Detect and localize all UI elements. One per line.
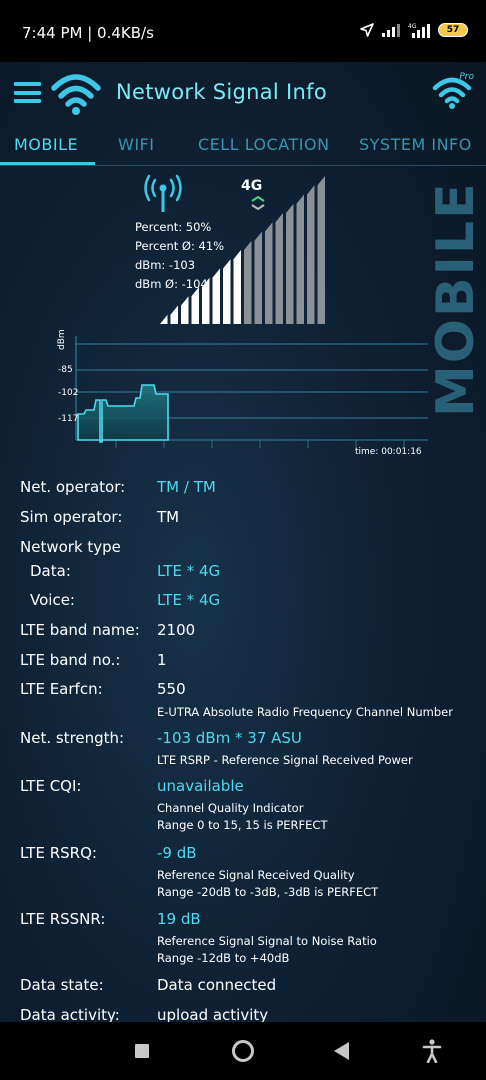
note-rsrp: LTE RSRP - Reference Signal Received Pow…: [157, 753, 413, 767]
value-sim-operator: TM: [157, 508, 180, 526]
tab-divider: [0, 165, 486, 166]
pro-badge: Pro: [459, 72, 474, 82]
signal-bar: [181, 296, 189, 324]
location-arrow-icon: [360, 23, 374, 37]
tab-bar: MOBILE WIFI CELL LOCATION SYSTEM INFO: [0, 128, 486, 166]
label-lte-rssnr: LTE RSSNR:: [20, 910, 106, 928]
signal-bar: [286, 203, 294, 324]
wifi-logo-icon: [51, 74, 101, 115]
signal-bar: [275, 213, 283, 324]
value-data: LTE * 4G: [157, 562, 221, 580]
note-earfcn: E-UTRA Absolute Radio Frequency Channel …: [157, 705, 453, 719]
value-lte-rsrq: -9 dB: [157, 844, 197, 862]
tab-cell-location[interactable]: CELL LOCATION: [198, 135, 330, 154]
status-bar: 7:44 PM | 0.4KB/s 4G 57: [0, 0, 486, 62]
graph-y-tick: -85: [58, 365, 73, 375]
signal-panel: MOBILE 4G Percent: 50% Percent Ø: 41% dB…: [0, 168, 486, 468]
note-rsrq-desc: Reference Signal Received Quality: [157, 868, 355, 882]
app-header: Network Signal Info Pro: [0, 62, 486, 122]
signal-strength-icon: [382, 24, 400, 37]
signal-bar: [223, 259, 231, 324]
signal-bar: [317, 176, 325, 324]
label-net-operator: Net. operator:: [20, 478, 126, 496]
dbm-text: dBm: -103: [135, 258, 196, 272]
note-cqi-desc: Channel Quality Indicator: [157, 801, 304, 815]
system-nav-bar: [0, 1022, 486, 1080]
accessibility-icon[interactable]: [422, 1039, 442, 1063]
recents-button[interactable]: [135, 1044, 149, 1058]
tab-wifi[interactable]: WIFI: [118, 135, 154, 154]
label-data: Data:: [30, 562, 71, 580]
tab-system-info[interactable]: SYSTEM INFO: [359, 135, 472, 154]
label-voice: Voice:: [30, 591, 75, 609]
signal-bar: [265, 222, 273, 324]
label-data-state: Data state:: [20, 976, 104, 994]
value-lte-rssnr: 19 dB: [157, 910, 201, 928]
value-lte-earfcn: 550: [157, 680, 186, 698]
value-lte-band-no: 1: [157, 651, 167, 669]
note-rssnr-desc: Reference Signal Signal to Noise Ratio: [157, 934, 377, 948]
note-rsrq-range: Range -20dB to -3dB, -3dB is PERFECT: [157, 885, 379, 899]
signal-stats: Percent: 50% Percent Ø: 41% dBm: -103 dB…: [135, 218, 224, 294]
signal-bar: [233, 250, 241, 324]
label-sim-operator: Sim operator:: [20, 508, 123, 526]
graph-y-unit: dBm: [57, 329, 67, 350]
label-lte-earfcn: LTE Earfcn:: [20, 680, 103, 698]
value-lte-cqi: unavailable: [157, 777, 244, 795]
value-data-state: Data connected: [157, 976, 277, 994]
network-type-badge: 4G: [408, 23, 417, 30]
menu-icon[interactable]: [14, 82, 41, 103]
label-network-type: Network type: [20, 538, 121, 556]
value-net-strength: -103 dBm * 37 ASU: [157, 729, 302, 747]
graph-time-label: time: 00:01:16: [355, 447, 422, 457]
side-label-mobile: MOBILE: [426, 181, 486, 417]
status-time: 7:44 PM | 0.4KB/s: [22, 24, 154, 42]
back-button[interactable]: [334, 1042, 349, 1060]
label-net-strength: Net. strength:: [20, 729, 125, 747]
signal-bar: [307, 185, 315, 324]
signal-graph: dBm -85 -102 -117 time: 00:01:16: [57, 329, 428, 457]
signal-bar: [254, 231, 262, 324]
battery-icon: 57: [438, 23, 468, 37]
value-voice: LTE * 4G: [157, 591, 221, 609]
note-rssnr-range: Range -12dB to +40dB: [157, 951, 290, 965]
signal-bar: [160, 314, 168, 324]
signal-bar: [170, 305, 178, 324]
graph-y-tick: -117: [58, 414, 78, 424]
graph-y-tick: -102: [58, 388, 78, 398]
signal-bar: [296, 194, 304, 324]
label-lte-band-no: LTE band no.:: [20, 651, 121, 669]
percent-avg-text: Percent Ø: 41%: [135, 239, 225, 253]
label-lte-band-name: LTE band name:: [20, 621, 140, 639]
signal-4g-icon: 4G: [408, 23, 430, 38]
value-lte-band-name: 2100: [157, 621, 196, 639]
status-icons: 4G 57: [360, 22, 468, 38]
label-lte-rsrq: LTE RSRQ:: [20, 844, 97, 862]
percent-text: Percent: 50%: [135, 220, 212, 234]
tab-mobile[interactable]: MOBILE: [14, 135, 78, 154]
signal-bar: [244, 240, 252, 324]
label-lte-cqi: LTE CQI:: [20, 777, 82, 795]
app-title: Network Signal Info: [116, 80, 327, 104]
home-button[interactable]: [232, 1040, 254, 1062]
note-cqi-range: Range 0 to 15, 15 is PERFECT: [157, 818, 328, 832]
value-net-operator: TM / TM: [157, 478, 216, 496]
dbm-avg-text: dBm Ø: -104: [135, 277, 208, 291]
